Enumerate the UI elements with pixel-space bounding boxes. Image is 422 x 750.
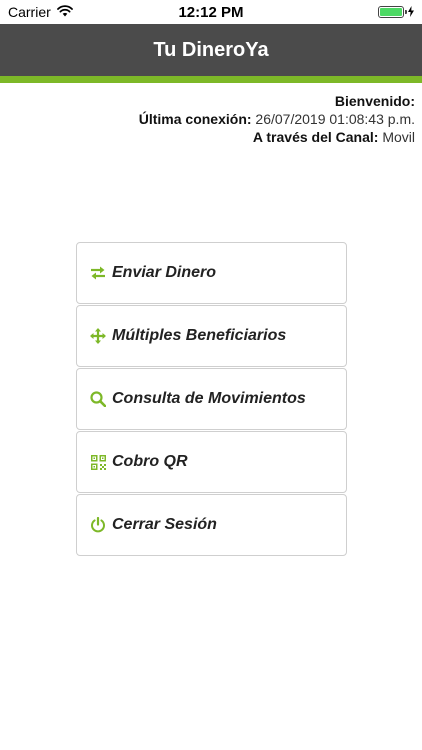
main-menu: Enviar Dinero Múltiples Beneficiarios Co… (76, 242, 347, 557)
app-header: Tu DineroYa (0, 24, 422, 76)
status-bar-right (378, 4, 414, 20)
menu-item-label: Cobro QR (112, 453, 188, 470)
battery-icon (378, 6, 407, 18)
menu-item-label: Múltiples Beneficiarios (112, 327, 287, 344)
menu-item-label: Enviar Dinero (112, 264, 217, 281)
header-accent-bar (0, 76, 422, 83)
status-bar: Carrier 12:12 PM (0, 0, 422, 24)
transfer-arrows-icon (89, 264, 107, 282)
move-arrows-icon (89, 327, 107, 345)
qr-code-icon (89, 453, 107, 471)
last-connection-label: Última conexión: (138, 111, 252, 127)
last-connection-value: 26/07/2019 01:08:43 p.m. (255, 111, 415, 127)
enviar-dinero-button[interactable]: Enviar Dinero (76, 242, 347, 304)
app-title: Tu DineroYa (153, 38, 269, 61)
carrier-label: Carrier (8, 4, 51, 20)
session-info: Bienvenido: Última conexión: 26/07/2019 … (139, 92, 415, 146)
multiples-beneficiarios-button[interactable]: Múltiples Beneficiarios (76, 305, 347, 367)
welcome-label: Bienvenido: (334, 93, 415, 109)
search-icon (89, 390, 107, 408)
channel-line: A través del Canal: Movil (139, 128, 415, 146)
cerrar-sesion-button[interactable]: Cerrar Sesión (76, 494, 347, 556)
wifi-icon (56, 4, 73, 20)
welcome-line: Bienvenido: (139, 92, 415, 110)
charging-icon (408, 4, 414, 20)
last-connection-line: Última conexión: 26/07/2019 01:08:43 p.m… (139, 110, 415, 128)
power-icon (89, 516, 107, 534)
consulta-movimientos-button[interactable]: Consulta de Movimientos (76, 368, 347, 430)
cobro-qr-button[interactable]: Cobro QR (76, 431, 347, 493)
menu-item-label: Cerrar Sesión (112, 516, 217, 533)
status-bar-left: Carrier (8, 4, 73, 20)
channel-label: A través del Canal: (252, 129, 379, 145)
menu-item-label: Consulta de Movimientos (112, 390, 306, 407)
channel-value: Movil (382, 129, 415, 145)
